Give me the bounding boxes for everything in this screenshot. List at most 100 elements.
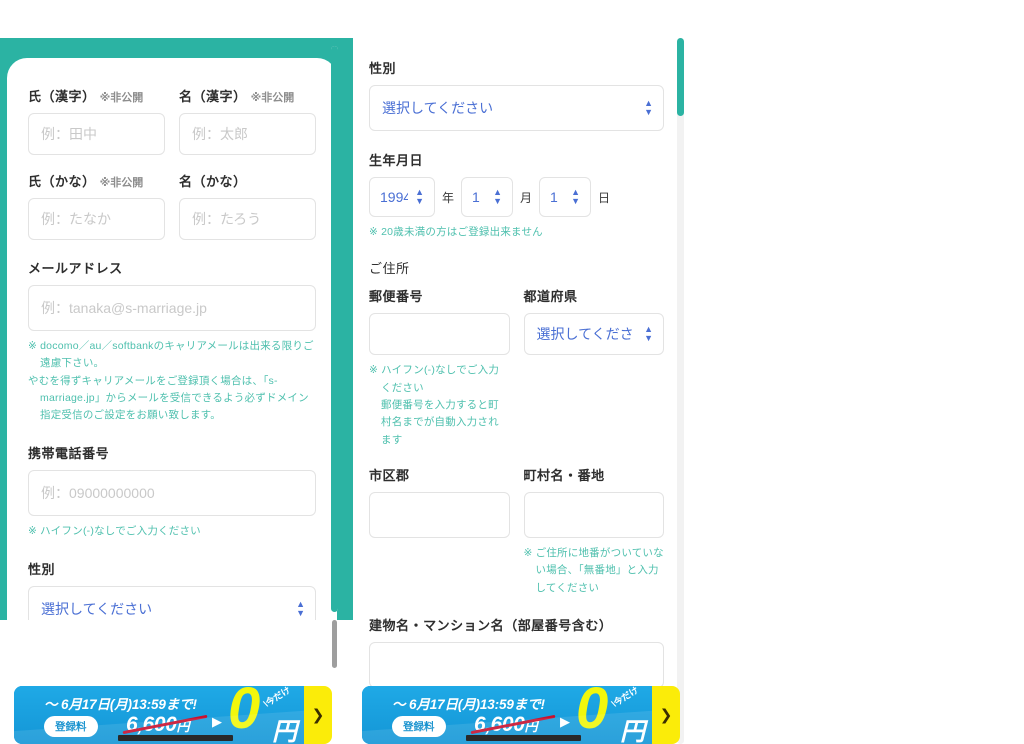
- address-section-label: ご住所: [369, 261, 410, 277]
- left-inner-scrollbar-thumb[interactable]: [332, 620, 337, 668]
- gender-label-left: 性別: [28, 561, 56, 577]
- right-form-content: 性別 選択してください ▲ ▼ 生年月日 1994 ▲ ▼ 年 1 ▲ ▼ 月 …: [355, 38, 685, 744]
- last-name-kana-input[interactable]: [28, 198, 165, 240]
- last-name-kana-label: 氏（かな） ※非公開: [28, 174, 144, 189]
- gender-group-right: 性別 選択してください ▲ ▼: [369, 58, 664, 131]
- first-name-kanji-input[interactable]: [179, 113, 316, 155]
- banner-fee-pill-right: 登録料: [392, 716, 446, 737]
- building-group: 建物名・マンション名（部屋番号含む）: [369, 615, 664, 688]
- email-note-line1: ※ docomo／au／softbankのキャリアメールは出来る限りご遠慮下さい…: [28, 340, 314, 370]
- left-scrollbar-thumb[interactable]: [331, 46, 338, 612]
- campaign-banner-body-right[interactable]: ～ 6月17日(月)13:59まで! 登録料 6,600円 ▶ 0 円 今だけ: [362, 686, 652, 744]
- last-name-kanji-input[interactable]: [28, 113, 165, 155]
- banner-new-price-left: 0: [228, 686, 260, 741]
- gender-select-wrap-left[interactable]: 選択してください ▲ ▼: [28, 585, 316, 620]
- left-form-panel: 氏（漢字）※非公開 名（漢字）※非公開 氏（かな）※非公開: [0, 38, 345, 620]
- right-scrollbar-track[interactable]: [677, 38, 684, 744]
- right-scrollbar-thumb[interactable]: [677, 38, 684, 116]
- city-town-row: 市区郡 町村名・番地 ※ ご住所に地番がついていない場合、「無番地」と入力してく…: [369, 465, 664, 597]
- last-name-kanji-group: 氏（漢字） ※非公開: [28, 86, 165, 155]
- right-panel-teal-edge: [345, 38, 353, 620]
- left-scrollbar-track[interactable]: [331, 46, 338, 612]
- postal-label: 郵便番号: [369, 289, 424, 305]
- city-input[interactable]: [369, 491, 510, 538]
- city-group: 市区郡: [369, 465, 510, 597]
- town-label: 町村名・番地: [523, 467, 605, 483]
- city-label: 市区郡: [369, 467, 410, 483]
- prefecture-select-wrap[interactable]: 選択してください ▲ ▼: [523, 313, 664, 356]
- prefecture-select[interactable]: 選択してください: [523, 313, 664, 356]
- birthdate-group-right: 生年月日 1994 ▲ ▼ 年 1 ▲ ▼ 月 1 ▲ ▼ 日 ※ 20歳未満の…: [369, 150, 664, 241]
- town-input[interactable]: [523, 491, 664, 538]
- underline-bar-icon: [466, 735, 581, 741]
- postal-note-line2: 郵便番号を入力すると町村名までが自動入力されます: [381, 398, 499, 446]
- private-tag: ※非公開: [99, 177, 144, 189]
- first-name-kana-input[interactable]: [179, 198, 316, 240]
- phone-label: 携帯電話番号: [28, 445, 110, 461]
- chevron-right-icon: ❯: [311, 707, 325, 724]
- birth-day-select-right[interactable]: 1: [539, 177, 592, 217]
- birth-month-select-right[interactable]: 1: [461, 177, 514, 217]
- first-name-kana-label: 名（かな）: [179, 174, 247, 189]
- birthdate-label-right: 生年月日: [369, 153, 424, 168]
- birthdate-note-right: ※ 20歳未満の方はご登録出来ません: [369, 226, 543, 238]
- banner-badge-left: 今だけ: [261, 686, 293, 710]
- last-name-kana-group: 氏（かな） ※非公開: [28, 171, 165, 240]
- phone-note: ※ ハイフン(-)なしでご入力ください: [28, 524, 201, 537]
- birth-day-wrap-right[interactable]: 1 ▲ ▼: [539, 177, 592, 217]
- campaign-banner-right[interactable]: ～ 6月17日(月)13:59まで! 登録料 6,600円 ▶ 0 円 今だけ …: [362, 686, 680, 744]
- right-form-panel: 性別 選択してください ▲ ▼ 生年月日 1994 ▲ ▼ 年 1 ▲ ▼ 月 …: [355, 38, 685, 744]
- birth-year-select-right[interactable]: 1994: [369, 177, 435, 217]
- building-input[interactable]: [369, 641, 664, 688]
- phone-input[interactable]: [28, 469, 316, 516]
- left-form-card: 氏（漢字）※非公開 名（漢字）※非公開 氏（かな）※非公開: [7, 58, 337, 620]
- arrow-icon-left: ▶: [212, 714, 222, 729]
- banner-deadline-right: ～ 6月17日(月)13:59まで!: [392, 697, 545, 712]
- postal-input[interactable]: [369, 313, 510, 356]
- gender-label-right: 性別: [369, 61, 397, 76]
- banner-fee-pill-left: 登録料: [44, 716, 98, 737]
- postal-note-line1: ※ ハイフン(-)なしでご入力ください: [369, 364, 500, 394]
- gender-group-left: 性別 選択してください ▲ ▼: [28, 559, 316, 620]
- banner-expand-tab-left[interactable]: ❯: [304, 686, 332, 744]
- chevron-right-icon: ❯: [659, 707, 673, 724]
- gender-select-left[interactable]: 選択してください: [28, 585, 316, 620]
- gender-select-wrap-right[interactable]: 選択してください ▲ ▼: [369, 85, 664, 131]
- first-name-kanji-group: 名（漢字） ※非公開: [179, 86, 316, 155]
- banner-new-price-unit-right: 円: [620, 718, 646, 744]
- banner-badge-right: 今だけ: [609, 686, 641, 710]
- campaign-banner-body-left[interactable]: ～ 6月17日(月)13:59まで! 登録料 6,600円 ▶ 0 円 今だけ: [14, 686, 304, 744]
- phone-group: 携帯電話番号 ※ ハイフン(-)なしでご入力ください: [28, 443, 316, 540]
- gender-select-right[interactable]: 選択してください: [369, 85, 664, 131]
- postal-group: 郵便番号 ※ ハイフン(-)なしでご入力ください 郵便番号を入力すると町村名まで…: [369, 286, 510, 449]
- address-section: ご住所 郵便番号 ※ ハイフン(-)なしでご入力ください 郵便番号を入力すると町…: [369, 258, 664, 688]
- prefecture-label: 都道府県: [523, 289, 578, 305]
- banner-new-price-right: 0: [576, 686, 608, 741]
- arrow-icon-right: ▶: [560, 714, 570, 729]
- birthdate-row-right: 1994 ▲ ▼ 年 1 ▲ ▼ 月 1 ▲ ▼ 日: [369, 177, 664, 217]
- private-tag: ※非公開: [250, 92, 295, 104]
- private-tag: ※非公開: [99, 92, 144, 104]
- first-name-kana-group: 名（かな）: [179, 171, 316, 240]
- banner-old-price-left: 6,600円: [126, 713, 190, 736]
- birth-month-unit: 月: [520, 190, 533, 205]
- campaign-banner-left[interactable]: ～ 6月17日(月)13:59まで! 登録料 6,600円 ▶ 0 円 今だけ …: [14, 686, 332, 744]
- email-input[interactable]: [28, 285, 316, 331]
- banner-old-price-right: 6,600円: [474, 713, 538, 736]
- underline-bar-icon: [118, 735, 233, 741]
- banner-new-price-unit-left: 円: [272, 718, 298, 744]
- email-group: メールアドレス ※ docomo／au／softbankのキャリアメールは出来る…: [28, 258, 316, 425]
- page-root: 氏（漢字）※非公開 名（漢字）※非公開 氏（かな）※非公開: [0, 0, 1024, 744]
- building-label: 建物名・マンション名（部屋番号含む）: [369, 617, 613, 633]
- name-kana-row: 氏（かな）※非公開 名（かな）: [28, 171, 316, 240]
- banner-expand-tab-right[interactable]: ❯: [652, 686, 680, 744]
- birth-month-wrap-right[interactable]: 1 ▲ ▼: [461, 177, 514, 217]
- last-name-kanji-label: 氏（漢字） ※非公開: [28, 89, 144, 104]
- town-note: ※ ご住所に地番がついていない場合、「無番地」と入力してください: [523, 546, 664, 594]
- birth-year-wrap-right[interactable]: 1994 ▲ ▼: [369, 177, 435, 217]
- birth-day-unit: 日: [598, 190, 611, 205]
- birth-year-unit: 年: [442, 190, 455, 205]
- prefecture-group: 都道府県 選択してください ▲ ▼: [523, 286, 664, 449]
- banner-deadline-left: ～ 6月17日(月)13:59まで!: [44, 697, 197, 712]
- town-group: 町村名・番地 ※ ご住所に地番がついていない場合、「無番地」と入力してください: [523, 465, 664, 597]
